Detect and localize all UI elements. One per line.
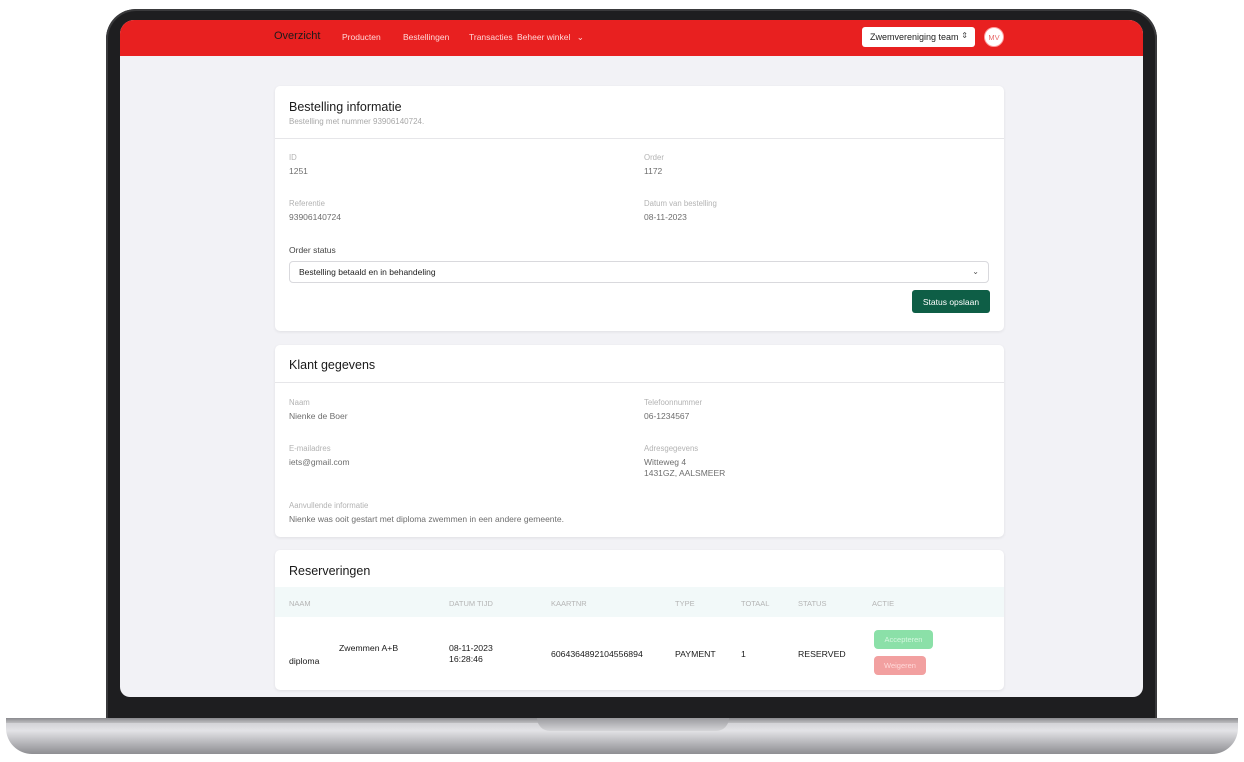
phone-label: Telefoonnummer: [644, 398, 703, 407]
reject-button[interactable]: Weigeren: [874, 656, 926, 675]
column-header-type: TYPE: [675, 599, 695, 608]
column-header-datum-tijd: DATUM TIJD: [449, 599, 493, 608]
extra-info-label: Aanvullende informatie: [289, 501, 369, 510]
reference-value: 93906140724: [289, 212, 342, 222]
avatar[interactable]: MV: [984, 27, 1004, 47]
address-line1: Witteweg 4: [644, 457, 687, 467]
chevron-up-down-icon: ⇕: [961, 31, 968, 40]
address-label: Adresgegevens: [644, 444, 699, 453]
column-header-actie: ACTIE: [872, 599, 895, 608]
order-status-value: Bestelling betaald en in behandeling: [299, 267, 436, 277]
team-select-label: Zwemvereniging team: [870, 32, 959, 42]
nav-producten[interactable]: Producten: [342, 32, 381, 42]
laptop-notch: [537, 718, 729, 731]
order-info-title: Bestelling informatie: [289, 100, 402, 114]
reservation-time: 16:28:46: [449, 654, 483, 664]
order-label: Order: [644, 153, 664, 162]
customer-title: Klant gegevens: [289, 358, 376, 372]
chevron-down-icon: ⌄: [972, 267, 979, 276]
order-date-label: Datum van bestelling: [644, 199, 717, 208]
nav-beheer-winkel[interactable]: Beheer winkel ⌄: [517, 32, 584, 43]
reservation-date: 08-11-2023: [449, 643, 493, 653]
order-status-label: Order status: [289, 245, 336, 255]
column-header-status: STATUS: [798, 599, 827, 608]
customer-card: Klant gegevens Naam Nienke de Boer Telef…: [275, 345, 1004, 537]
accept-button[interactable]: Accepteren: [874, 630, 933, 649]
name-label: Naam: [289, 398, 310, 407]
save-status-button[interactable]: Status opslaan: [912, 290, 990, 313]
nav-beheer-winkel-label: Beheer winkel: [517, 32, 571, 42]
email-label: E-mailadres: [289, 444, 331, 453]
reservation-name: diploma: [289, 656, 320, 666]
chevron-down-icon: ⌄: [576, 32, 584, 42]
reservation-status: RESERVED: [798, 649, 846, 659]
column-header-kaartnr: KAARTNR: [551, 599, 587, 608]
nav-bestellingen[interactable]: Bestellingen: [403, 32, 449, 42]
card-number: 6064364892104556894: [551, 649, 643, 659]
reference-label: Referentie: [289, 199, 325, 208]
reservation-type: PAYMENT: [675, 649, 716, 659]
id-label: ID: [289, 153, 297, 162]
order-date-value: 08-11-2023: [644, 212, 687, 222]
id-value: 1251: [289, 166, 308, 176]
laptop-screen: Overzicht Producten Bestellingen Transac…: [120, 20, 1143, 697]
order-info-subtitle: Bestelling met nummer 93906140724.: [289, 117, 425, 126]
column-header-naam: NAAM: [289, 599, 311, 608]
reservation-total: 1: [741, 649, 746, 659]
top-navbar: Overzicht Producten Bestellingen Transac…: [120, 20, 1143, 56]
nav-overzicht[interactable]: Overzicht: [274, 30, 320, 42]
phone-value: 06-1234567: [644, 411, 690, 421]
extra-info-value: Nienke was ooit gestart met diploma zwem…: [289, 514, 564, 524]
address-line2: 1431GZ, AALSMEER: [644, 468, 726, 478]
divider: [275, 138, 1004, 139]
order-info-card: Bestelling informatie Bestelling met num…: [275, 86, 1004, 331]
nav-transacties[interactable]: Transacties: [469, 32, 513, 42]
reservations-title: Reserveringen: [289, 564, 371, 578]
name-value: Nienke de Boer: [289, 411, 348, 421]
table-header: NAAM DATUM TIJD KAARTNR TYPE TOTAAL STAT…: [275, 587, 1004, 617]
team-select[interactable]: Zwemvereniging team ⇕: [862, 27, 975, 47]
divider: [275, 382, 1004, 383]
order-value: 1172: [644, 166, 663, 176]
product-name: Zwemmen A+B: [339, 643, 399, 653]
column-header-totaal: TOTAAL: [741, 599, 770, 608]
reservations-card: Reserveringen NAAM DATUM TIJD KAARTNR TY…: [275, 550, 1004, 690]
email-value: iets@gmail.com: [289, 457, 350, 467]
order-status-select[interactable]: Bestelling betaald en in behandeling ⌄: [289, 261, 989, 283]
